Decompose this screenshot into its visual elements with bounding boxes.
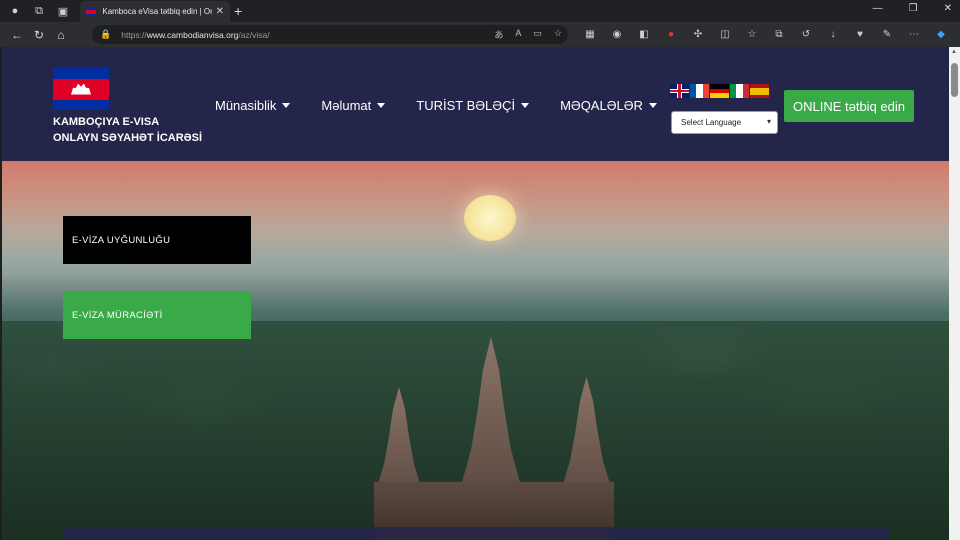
web-page: KAMBOÇIYA E-VISA ONLAYN SƏYAHƏT İCARƏSİ …: [2, 47, 949, 540]
browser-tab-bar: ● ⧉ ▣ Kamboca eVisa tətbiq edin | Onl ✕ …: [0, 0, 960, 22]
spain-flag-icon[interactable]: [750, 84, 769, 98]
download-icon[interactable]: ↓: [823, 24, 843, 44]
profile-avatar-icon[interactable]: ●: [6, 2, 24, 20]
favorite-star-icon[interactable]: ☆: [554, 28, 562, 41]
extensions-row: ▦ ◉ ◧ ● ✣ ◫ ☆ ⧉ ↺ ↓ ♥ ✎ ⋯ ◆: [580, 24, 951, 44]
address-bar-actions: あ A ▭ ☆: [494, 28, 562, 41]
close-window-icon[interactable]: ✕: [944, 3, 952, 14]
minimize-icon[interactable]: —: [873, 3, 883, 14]
new-tab-icon[interactable]: +: [234, 3, 242, 19]
lock-icon[interactable]: 🔒: [100, 29, 111, 40]
apply-online-button[interactable]: ONLINE tətbiq edin: [784, 90, 914, 122]
site-brand[interactable]: KAMBOÇIYA E-VISA ONLAYN SƏYAHƏT İCARƏSİ: [53, 114, 202, 146]
cambodia-flag-logo[interactable]: [53, 68, 109, 110]
read-aloud-icon[interactable]: A: [515, 28, 521, 41]
tab-close-icon[interactable]: ✕: [216, 6, 224, 17]
refresh-icon[interactable]: ↻: [28, 24, 50, 46]
language-flags: [670, 84, 769, 99]
edit-icon[interactable]: ✎: [877, 24, 897, 44]
content-panel: [63, 527, 889, 540]
italy-flag-icon[interactable]: [730, 84, 749, 98]
reader-view-icon[interactable]: ▭: [533, 28, 542, 41]
germany-flag-icon[interactable]: [710, 84, 729, 99]
evisa-application-button[interactable]: E-VİZA MÜRACİƏTİ: [63, 291, 251, 339]
address-bar[interactable]: 🔒 https://www.cambodianvisa.org/az/visa/…: [92, 25, 568, 44]
extension-icon[interactable]: ◧: [634, 24, 654, 44]
extension-icon[interactable]: ◉: [607, 24, 627, 44]
hero-banner: E-VİZA UYĞUNLUĞU E-VİZA MÜRACİƏTİ: [2, 161, 949, 540]
caret-down-icon: [282, 103, 291, 108]
nav-item-tourist-guide[interactable]: TURİST BƏLƏÇİ: [416, 98, 530, 113]
sunrise-image: [464, 195, 516, 241]
restore-icon[interactable]: ❐: [909, 3, 918, 14]
favorites-icon[interactable]: ☆: [742, 24, 762, 44]
france-flag-icon[interactable]: [690, 84, 709, 98]
collections-icon[interactable]: ⧉: [769, 24, 789, 44]
scroll-up-icon[interactable]: ▲: [951, 49, 957, 55]
extension-icon[interactable]: ▦: [580, 24, 600, 44]
nav-item-eligibility[interactable]: Münasiblik: [215, 98, 291, 113]
brand-line-1: KAMBOÇIYA E-VISA: [53, 116, 160, 128]
puzzle-icon[interactable]: ✣: [688, 24, 708, 44]
split-screen-icon[interactable]: ◫: [715, 24, 735, 44]
workspaces-icon[interactable]: ⧉: [30, 2, 48, 20]
uk-flag-icon[interactable]: [670, 84, 689, 98]
browser-toolbar: ← ↻ ⌂ 🔒 https://www.cambodianvisa.org/az…: [0, 22, 960, 47]
more-menu-icon[interactable]: ⋯: [904, 24, 924, 44]
window-controls: — ❐ ✕: [873, 3, 952, 14]
nav-item-articles[interactable]: MƏQALƏLƏR: [560, 98, 657, 113]
chevron-down-icon: ▾: [766, 117, 771, 126]
site-header: KAMBOÇIYA E-VISA ONLAYN SƏYAHƏT İCARƏSİ …: [2, 47, 949, 161]
tab-title: Kamboca eVisa tətbiq edin | Onl: [102, 7, 212, 16]
tab-actions-icon[interactable]: ▣: [54, 2, 72, 20]
copilot-icon[interactable]: ◆: [931, 24, 951, 44]
caret-down-icon: [648, 103, 657, 108]
performance-icon[interactable]: ♥: [850, 24, 870, 44]
brand-line-2: ONLAYN SƏYAHƏT İCARƏSİ: [53, 132, 203, 144]
angkor-wat-image: [374, 337, 614, 540]
history-icon[interactable]: ↺: [796, 24, 816, 44]
tab-favicon-icon: [86, 7, 97, 16]
nav-item-information[interactable]: Məlumat: [321, 98, 386, 113]
caret-down-icon: [377, 103, 386, 108]
browser-tab-active[interactable]: Kamboca eVisa tətbiq edin | Onl ✕: [80, 1, 230, 22]
translate-icon[interactable]: あ: [494, 28, 503, 41]
caret-down-icon: [521, 103, 530, 108]
url-text: https://www.cambodianvisa.org/az/visa/: [121, 29, 270, 40]
back-icon[interactable]: ←: [6, 24, 28, 46]
page-scrollbar[interactable]: ▲: [949, 47, 960, 540]
main-nav: Münasiblik Məlumat TURİST BƏLƏÇİ MƏQALƏL…: [215, 98, 688, 113]
evisa-eligibility-button[interactable]: E-VİZA UYĞUNLUĞU: [63, 216, 251, 264]
extension-icon[interactable]: ●: [661, 24, 681, 44]
scroll-thumb[interactable]: [951, 63, 958, 97]
language-select[interactable]: Select Language ▾: [671, 111, 778, 134]
home-icon[interactable]: ⌂: [50, 24, 72, 46]
